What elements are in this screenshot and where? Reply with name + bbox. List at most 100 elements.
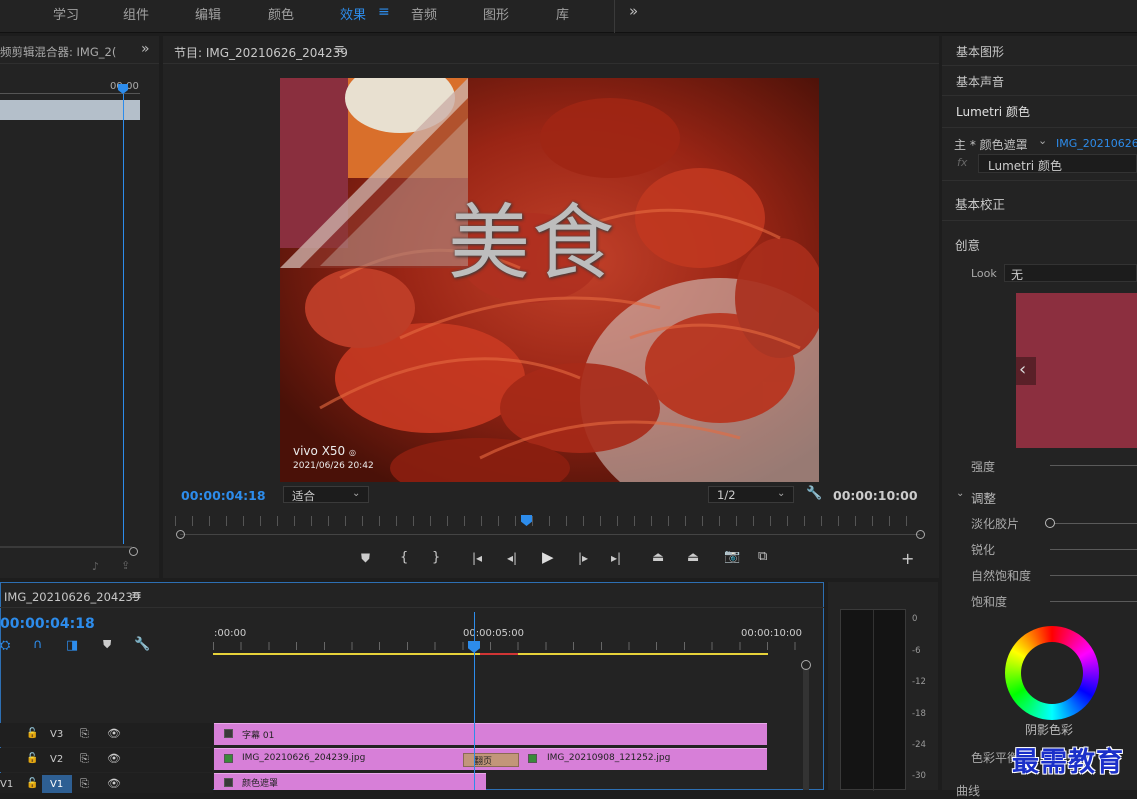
workspace-audio[interactable]: 音频 [411,4,437,23]
playhead-line [123,94,124,544]
workspace-learn[interactable]: 学习 [53,4,79,23]
clip-title-01[interactable]: 字幕 01 [214,723,767,745]
intensity-slider[interactable] [1050,465,1137,466]
divider [0,63,159,64]
program-preview[interactable]: 美食 vivo X50 ◎ 2021/06/26 20:42 [280,78,819,482]
program-title: 节目: IMG_20210626_204239 [174,46,348,60]
eye-icon[interactable]: 👁 [107,777,121,790]
zoom-scrollbar[interactable] [0,546,132,548]
curves-section[interactable]: 曲线 [956,782,980,799]
section-creative[interactable]: 创意 [955,235,980,254]
fit-dropdown[interactable]: 适合 ⌄ [283,486,369,503]
look-prev-button[interactable]: ‹ [1016,357,1036,385]
saturation-slider[interactable] [1050,601,1137,602]
compare-icon[interactable]: ⧉ [758,549,767,564]
meter-label: -12 [912,677,926,687]
lift-icon[interactable]: ⏏ [652,550,664,565]
look-dropdown[interactable]: 无 [1004,264,1137,282]
step-back-icon[interactable]: ◂| [507,551,517,565]
add-marker-icon[interactable]: ⛊ [103,638,111,652]
hamburger-menu-icon[interactable]: ≡ [378,4,390,20]
timeline-timecode[interactable]: 00:00:04:18 [0,616,95,632]
timeline-ruler[interactable] [213,642,800,650]
go-to-in-icon[interactable]: |◂ [472,551,482,565]
resolution-dropdown[interactable]: 1/2 ⌄ [708,486,794,503]
mark-in-icon[interactable]: { [400,550,408,565]
shadow-tint-wheel[interactable] [1005,626,1099,720]
workspace-effects[interactable]: 效果 [340,4,366,23]
slider-handle[interactable] [1045,518,1055,528]
tab-essential-graphics[interactable]: 基本图形 [956,43,1004,60]
audio-icon[interactable]: ♪ [92,560,99,573]
fx-badge-icon [224,754,233,763]
mark-out-icon[interactable]: } [432,550,440,565]
workspace-graphics[interactable]: 图形 [483,4,509,23]
scrollbar-handle[interactable] [176,530,185,539]
watermark-date: 2021/06/26 20:42 [293,461,374,471]
monitor-zoom-bar[interactable] [180,534,920,535]
scrollbar-handle[interactable] [129,547,138,556]
step-forward-icon[interactable]: |▸ [578,551,588,565]
wrench-icon[interactable]: 🔧 [806,486,822,501]
clip-color-matte[interactable]: 颜色遮罩 [214,773,486,790]
adjust-section[interactable]: 调整 [971,488,996,507]
snap-magnet-icon[interactable]: ∩ [33,637,43,652]
chevron-down-icon: ⌄ [777,488,786,499]
more-workspaces-icon[interactable]: » [629,2,638,20]
wrench-icon[interactable]: 🔧 [134,637,150,652]
panel-menu-icon[interactable]: ≡ [131,588,142,603]
chevron-down-icon[interactable]: ⌄ [956,488,964,499]
eye-icon[interactable]: 👁 [107,727,121,740]
ruler-label: 00:00:05:00 [463,628,525,639]
resolution-dropdown-value: 1/2 [717,488,736,502]
lock-icon[interactable]: 🔓 [26,778,38,789]
fx-icon: fx [957,156,968,169]
clip-link[interactable]: IMG_20210626_ [1056,137,1137,150]
tab-essential-sound[interactable]: 基本声音 [956,73,1004,90]
look-label: Look [971,267,997,280]
fx-name-value: Lumetri 颜色 [988,159,1062,173]
workspace-color[interactable]: 颜色 [268,4,294,23]
faded-film-slider[interactable] [1050,523,1137,524]
workspace-libraries[interactable]: 库 [556,4,569,23]
mixer-clip-bar[interactable] [0,100,140,120]
camera-icon[interactable]: 📷 [724,549,740,564]
toggle-sync-icon[interactable]: ⎘ [80,727,89,741]
lock-icon[interactable]: 🔓 [26,728,38,739]
eye-icon[interactable]: 👁 [107,752,121,765]
linked-selection-icon[interactable]: ◨ [66,638,78,653]
nest-icon[interactable]: ⛭ [0,638,10,653]
panel-menu-icon[interactable]: ≡ [334,42,345,57]
master-clip-selector[interactable]: 主 * 颜色遮罩 [954,136,1028,153]
track-target-v1[interactable]: V1 [42,775,72,793]
add-marker-icon[interactable]: ⛊ [361,551,370,566]
monitor-ruler[interactable] [175,516,921,526]
vibrance-slider[interactable] [1050,575,1137,576]
scrollbar-handle[interactable] [801,660,811,670]
tab-lumetri-color[interactable]: Lumetri 颜色 [956,103,1030,120]
go-to-out-icon[interactable]: ▸| [611,551,621,565]
workspace-assembly[interactable]: 组件 [123,4,149,23]
current-timecode[interactable]: 00:00:04:18 [181,488,266,503]
workspace-edit[interactable]: 编辑 [195,4,221,23]
export-icon[interactable]: ⇪ [121,559,130,572]
panel-title: 频剪辑混合器: IMG_2( [0,45,117,59]
panel-overflow-icon[interactable]: » [141,41,150,57]
toggle-sync-icon[interactable]: ⎘ [80,752,89,766]
toggle-sync-icon[interactable]: ⎘ [80,777,89,791]
divider [942,220,1137,221]
divider [942,180,1137,181]
chevron-down-icon[interactable]: ⌄ [1038,134,1047,147]
play-icon[interactable]: ▶ [542,548,554,566]
scrollbar-handle[interactable] [916,530,925,539]
section-basic-correction[interactable]: 基本校正 [955,194,1005,213]
transition-page-peel[interactable]: 翻页 [463,753,519,767]
timeline-scrollbar[interactable] [803,668,809,790]
fx-name-field[interactable]: Lumetri 颜色 [978,154,1137,173]
extract-icon[interactable]: ⏏ [687,550,699,565]
track-name: V3 [50,729,64,740]
sharpen-slider[interactable] [1050,549,1137,550]
lock-icon[interactable]: 🔓 [26,753,38,764]
add-button-icon[interactable]: + [901,549,914,568]
source-patch[interactable]: V1 [0,779,13,790]
